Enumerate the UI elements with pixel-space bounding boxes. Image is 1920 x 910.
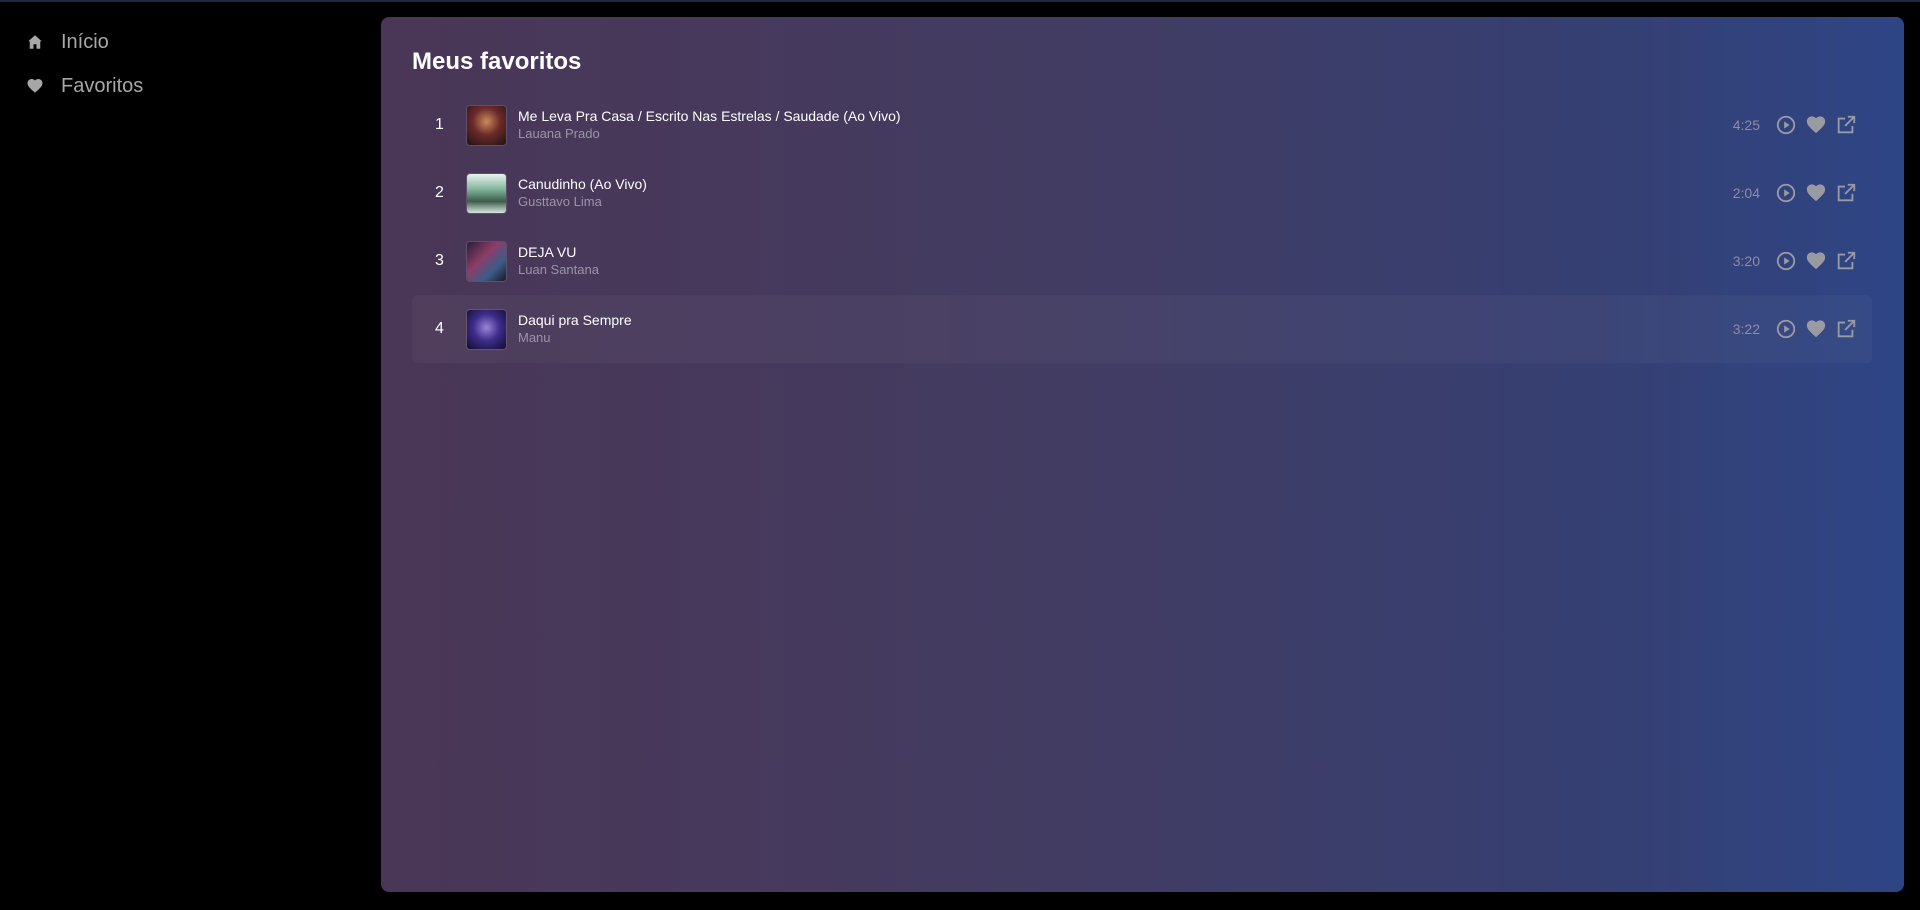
track-row[interactable]: 4 Daqui pra Sempre Manu 3:22 xyxy=(412,295,1872,363)
track-actions: 3:22 xyxy=(1733,295,1858,363)
track-artist[interactable]: Lauana Prado xyxy=(518,125,901,142)
play-icon[interactable] xyxy=(1774,113,1798,137)
track-row[interactable]: 2 Canudinho (Ao Vivo) Gusttavo Lima 2:04 xyxy=(412,159,1872,227)
track-info: Me Leva Pra Casa / Escrito Nas Estrelas … xyxy=(518,108,901,142)
album-cover xyxy=(467,105,506,145)
track-actions: 4:25 xyxy=(1733,91,1858,159)
track-duration: 3:22 xyxy=(1732,321,1760,337)
sidebar-item-inicio[interactable]: Início xyxy=(0,20,380,64)
track-info: DEJA VU Luan Santana xyxy=(518,244,599,278)
top-border xyxy=(0,0,1920,2)
home-icon xyxy=(26,33,44,51)
heart-icon xyxy=(26,77,44,95)
heart-icon[interactable] xyxy=(1804,317,1828,341)
sidebar-item-label: Favoritos xyxy=(61,74,144,97)
track-list: 1 Me Leva Pra Casa / Escrito Nas Estrela… xyxy=(412,91,1872,363)
sidebar-item-favoritos[interactable]: Favoritos xyxy=(0,64,380,108)
track-actions: 2:04 xyxy=(1733,159,1858,227)
track-title: Canudinho (Ao Vivo) xyxy=(518,176,647,192)
external-link-icon[interactable] xyxy=(1834,317,1858,341)
play-icon[interactable] xyxy=(1774,249,1798,273)
album-cover xyxy=(467,173,506,213)
heart-icon[interactable] xyxy=(1804,181,1828,205)
album-cover xyxy=(467,309,506,349)
external-link-icon[interactable] xyxy=(1834,113,1858,137)
track-number: 2 xyxy=(435,184,444,201)
play-icon[interactable] xyxy=(1774,317,1798,341)
heart-icon[interactable] xyxy=(1804,249,1828,273)
track-title: Me Leva Pra Casa / Escrito Nas Estrelas … xyxy=(518,108,901,124)
track-number: 1 xyxy=(435,116,444,133)
track-number: 3 xyxy=(435,252,444,269)
track-artist[interactable]: Gusttavo Lima xyxy=(518,193,647,210)
track-artist[interactable]: Luan Santana xyxy=(518,261,599,278)
album-cover xyxy=(467,241,506,281)
heart-icon[interactable] xyxy=(1804,113,1828,137)
sidebar: Início Favoritos xyxy=(0,20,380,108)
track-artist[interactable]: Manu xyxy=(518,329,632,346)
track-actions: 3:20 xyxy=(1733,227,1858,295)
external-link-icon[interactable] xyxy=(1834,249,1858,273)
track-info: Canudinho (Ao Vivo) Gusttavo Lima xyxy=(518,176,647,210)
play-icon[interactable] xyxy=(1774,181,1798,205)
track-number: 4 xyxy=(435,320,444,337)
page-title: Meus favoritos xyxy=(412,48,582,75)
favorites-panel: Meus favoritos 1 Me Leva Pra Casa / Escr… xyxy=(381,17,1904,892)
track-row[interactable]: 3 DEJA VU Luan Santana 3:20 xyxy=(412,227,1872,295)
track-info: Daqui pra Sempre Manu xyxy=(518,312,632,346)
track-title: Daqui pra Sempre xyxy=(518,312,632,328)
track-title: DEJA VU xyxy=(518,244,577,260)
track-duration: 2:04 xyxy=(1732,185,1760,201)
track-duration: 3:20 xyxy=(1732,253,1760,269)
sidebar-item-label: Início xyxy=(61,30,109,53)
track-row[interactable]: 1 Me Leva Pra Casa / Escrito Nas Estrela… xyxy=(412,91,1872,159)
track-duration: 4:25 xyxy=(1732,117,1760,133)
external-link-icon[interactable] xyxy=(1834,181,1858,205)
